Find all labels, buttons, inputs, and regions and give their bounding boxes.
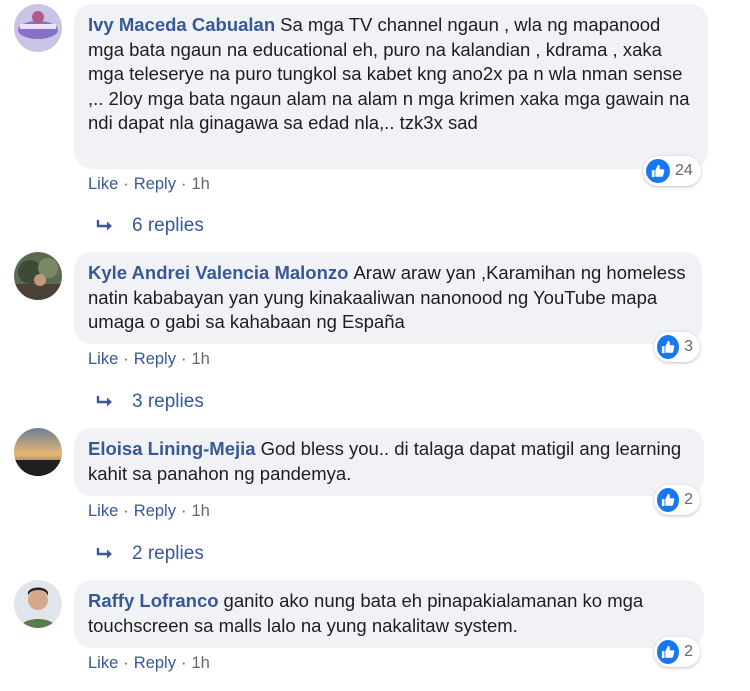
- comment-author[interactable]: Raffy Lofranco: [88, 590, 219, 611]
- avatar[interactable]: [14, 4, 62, 52]
- separator: ·: [123, 350, 129, 368]
- reply-button[interactable]: Reply: [134, 654, 176, 672]
- reaction-count: 3: [684, 338, 693, 355]
- separator: ·: [180, 175, 187, 193]
- comment-bubble: Kyle Andrei Valencia Malonzo Araw araw ya…: [74, 252, 702, 344]
- avatar[interactable]: [14, 428, 62, 476]
- comment-actions: Like · Reply · 1h: [88, 175, 210, 194]
- comment-bubble: Ivy Maceda Cabualan Sa mga TV channel nga…: [74, 4, 708, 169]
- like-button[interactable]: Like: [88, 654, 118, 672]
- reply-button[interactable]: Reply: [134, 502, 176, 520]
- avatar[interactable]: [14, 252, 62, 300]
- reply-arrow-icon: [96, 394, 116, 410]
- comment-actions: Like · Reply · 1h: [88, 502, 210, 521]
- reaction-count: 24: [675, 162, 693, 179]
- separator: ·: [180, 654, 187, 672]
- comment-bubble: Raffy Lofranco ganito ako nung bata eh pi…: [74, 580, 704, 648]
- reaction-count: 2: [684, 491, 693, 508]
- timestamp[interactable]: 1h: [191, 175, 209, 193]
- like-icon: [646, 159, 670, 183]
- reply-arrow-icon: [96, 218, 116, 234]
- comment-author[interactable]: Ivy Maceda Cabualan: [88, 14, 275, 35]
- timestamp[interactable]: 1h: [191, 502, 209, 520]
- comment-bubble: Eloisa Lining-Mejia God bless you.. di ta…: [74, 428, 704, 496]
- reaction-badge[interactable]: 3: [654, 332, 700, 362]
- timestamp[interactable]: 1h: [191, 654, 209, 672]
- comment-actions: Like · Reply · 1h: [88, 350, 210, 369]
- separator: ·: [123, 175, 129, 193]
- like-button[interactable]: Like: [88, 350, 118, 368]
- view-replies-link[interactable]: 6 replies: [96, 215, 204, 237]
- reply-button[interactable]: Reply: [134, 350, 176, 368]
- timestamp[interactable]: 1h: [191, 350, 209, 368]
- avatar[interactable]: [14, 580, 62, 628]
- reaction-count: 2: [684, 643, 693, 660]
- reaction-badge[interactable]: 24: [643, 156, 701, 186]
- view-replies-link[interactable]: 2 replies: [96, 543, 204, 565]
- like-button[interactable]: Like: [88, 502, 118, 520]
- replies-count[interactable]: 2 replies: [132, 543, 204, 565]
- reply-arrow-icon: [96, 546, 116, 562]
- comment-author[interactable]: Eloisa Lining-Mejia: [88, 438, 256, 459]
- like-icon: [657, 488, 680, 512]
- separator: ·: [180, 350, 187, 368]
- separator: ·: [180, 502, 187, 520]
- like-icon: [657, 335, 680, 359]
- like-icon: [657, 640, 680, 664]
- replies-count[interactable]: 3 replies: [132, 391, 204, 413]
- reaction-badge[interactable]: 2: [654, 637, 700, 667]
- like-button[interactable]: Like: [88, 175, 118, 193]
- comment-actions: Like · Reply · 1h: [88, 654, 210, 673]
- replies-count[interactable]: 6 replies: [132, 215, 204, 237]
- comment-author[interactable]: Kyle Andrei Valencia Malonzo: [88, 262, 348, 283]
- separator: ·: [123, 654, 129, 672]
- separator: ·: [123, 502, 129, 520]
- view-replies-link[interactable]: 3 replies: [96, 391, 204, 413]
- reaction-badge[interactable]: 2: [654, 485, 700, 515]
- reply-button[interactable]: Reply: [134, 175, 176, 193]
